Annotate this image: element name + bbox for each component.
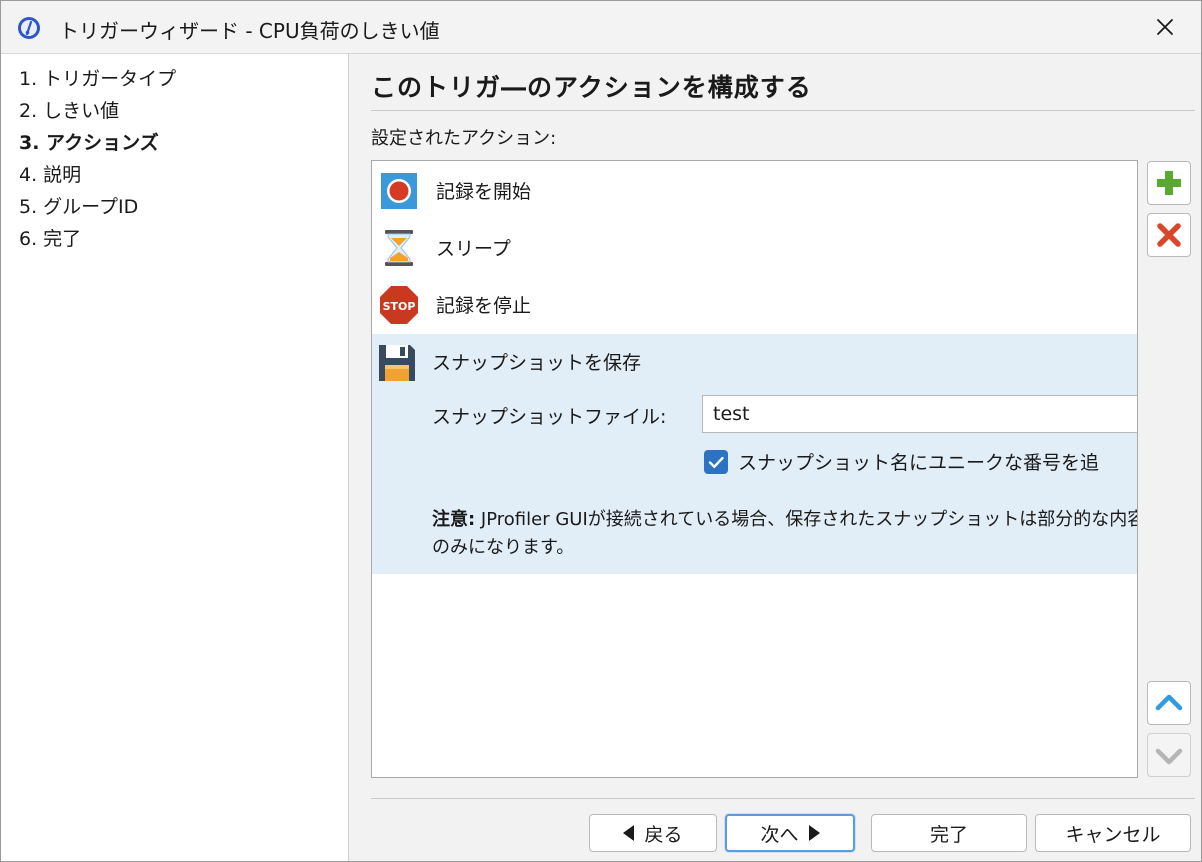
- action-row-sleep[interactable]: スリープ: [372, 220, 1137, 276]
- step-group-id[interactable]: 5. グループID: [19, 193, 138, 221]
- unique-number-label: スナップショット名にユニークな番号を追: [738, 452, 1100, 474]
- close-icon[interactable]: [1151, 13, 1179, 41]
- snapshot-file-label: スナップショットファイル:: [432, 406, 667, 428]
- action-row-start-recording[interactable]: 記録を開始: [372, 163, 1137, 219]
- finish-button[interactable]: 完了: [871, 814, 1027, 852]
- arrow-up-icon: [1155, 694, 1183, 711]
- step-threshold[interactable]: 2. しきい値: [19, 97, 119, 125]
- page-title: このトリガ―のアクションを構成する: [371, 73, 812, 102]
- step-actions[interactable]: 3. アクションズ: [19, 129, 159, 157]
- move-up-button[interactable]: [1147, 681, 1191, 725]
- next-button-label: 次へ: [760, 823, 799, 846]
- note-text: 注意: JProfiler GUIが接続されている場合、保存されたスナップショッ…: [432, 506, 1138, 562]
- step-finish[interactable]: 6. 完了: [19, 225, 81, 253]
- checkmark-icon: [708, 456, 724, 468]
- trigger-wizard-window: トリガーウィザード - CPU負荷のしきい値 1. トリガータイプ 2. しきい…: [0, 0, 1202, 862]
- step-description[interactable]: 4. 説明: [19, 161, 81, 189]
- action-label: スナップショットを保存: [432, 352, 642, 374]
- remove-action-button[interactable]: [1147, 213, 1191, 257]
- move-down-button[interactable]: [1147, 733, 1191, 777]
- action-label: スリープ: [436, 238, 511, 260]
- back-button[interactable]: 戻る: [589, 814, 717, 852]
- action-row-stop-recording[interactable]: STOP 記録を停止: [372, 277, 1137, 333]
- note-label: 注意:: [432, 509, 476, 530]
- unique-number-checkbox[interactable]: [704, 450, 728, 474]
- back-button-label: 戻る: [644, 823, 683, 846]
- add-action-button[interactable]: [1147, 161, 1191, 205]
- jprofiler-app-icon: [18, 17, 40, 39]
- configured-actions-label: 設定されたアクション:: [371, 128, 557, 149]
- triangle-right-icon: [808, 825, 820, 841]
- action-list[interactable]: 記録を開始 スリープ STOP 記録を停止 スナップショットを保存 スナップショ…: [371, 160, 1138, 778]
- main-content: このトリガ―のアクションを構成する 設定されたアクション: 記録を開始 スリープ…: [349, 53, 1201, 861]
- action-label: 記録を開始: [436, 181, 532, 203]
- selected-action-panel: スナップショットを保存 スナップショットファイル: スナップショット名にユニーク…: [372, 334, 1137, 574]
- footer-divider: [371, 798, 1195, 799]
- triangle-left-icon: [623, 825, 635, 841]
- svg-text:STOP: STOP: [383, 300, 416, 313]
- next-button[interactable]: 次へ: [725, 814, 855, 852]
- action-row-save-snapshot[interactable]: スナップショットを保存: [372, 334, 1137, 390]
- window-title: トリガーウィザード - CPU負荷のしきい値: [59, 19, 440, 43]
- snapshot-file-input[interactable]: [702, 395, 1137, 433]
- cancel-button-label: キャンセル: [1065, 823, 1161, 846]
- hourglass-icon: [385, 230, 413, 266]
- stop-sign-icon: STOP: [380, 286, 418, 324]
- arrow-down-icon: [1155, 748, 1183, 765]
- delete-icon: [1157, 223, 1181, 247]
- step-trigger-type[interactable]: 1. トリガータイプ: [19, 65, 176, 93]
- wizard-steps-sidebar: 1. トリガータイプ 2. しきい値 3. アクションズ 4. 説明 5. グル…: [1, 53, 349, 861]
- record-start-icon: [381, 173, 417, 209]
- floppy-disk-icon: [379, 345, 415, 381]
- divider: [371, 110, 1195, 111]
- finish-button-label: 完了: [929, 823, 968, 846]
- note-body: JProfiler GUIが接続されている場合、保存されたスナップショットは部分…: [432, 509, 1138, 558]
- title-bar: トリガーウィザード - CPU負荷のしきい値: [1, 1, 1201, 53]
- plus-icon: [1157, 171, 1181, 195]
- cancel-button[interactable]: キャンセル: [1035, 814, 1191, 852]
- action-label: 記録を停止: [436, 295, 532, 317]
